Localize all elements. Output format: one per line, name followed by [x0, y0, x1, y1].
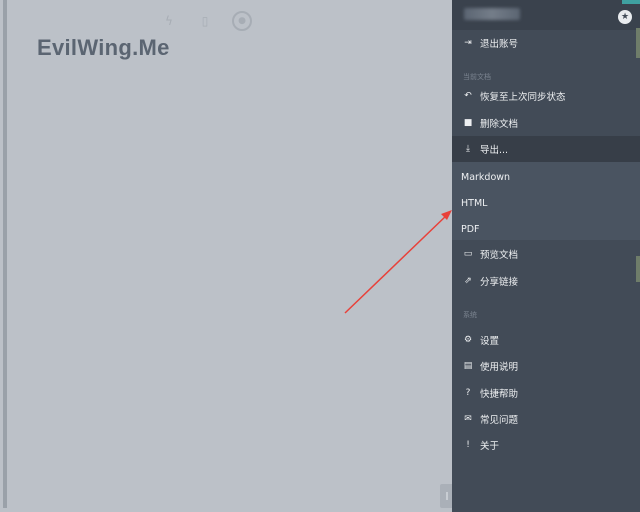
star-icon[interactable]: ★: [618, 10, 632, 24]
about-item[interactable]: ! 关于: [452, 432, 640, 458]
document-icon[interactable]: ▯: [196, 12, 214, 30]
sidebar-header: ★: [452, 0, 640, 30]
editor-toolbar: ϟ ▯ ●: [160, 10, 252, 32]
export-item[interactable]: ⤓ 导出...: [452, 136, 640, 162]
export-option-pdf[interactable]: PDF: [452, 216, 640, 242]
export-submenu: Markdown HTML PDF: [452, 162, 640, 240]
info-circle-icon: !: [466, 440, 470, 450]
export-label: 导出...: [480, 145, 509, 156]
share-icon: ⇗: [464, 276, 472, 286]
restore-item[interactable]: ↶ 恢复至上次同步状态: [452, 83, 640, 109]
monitor-icon: ▭: [463, 249, 473, 259]
shortcuts-item[interactable]: ? 快捷帮助: [452, 380, 640, 406]
logout-icon: ⇥: [464, 38, 472, 48]
envelope-icon: ✉: [464, 414, 472, 424]
preview-label: 预览文档: [480, 250, 519, 261]
logout-label: 退出账号: [480, 39, 519, 50]
export-option-markdown[interactable]: Markdown: [452, 164, 640, 190]
question-circle-icon: ?: [465, 388, 471, 398]
undo-icon: ↶: [464, 91, 472, 101]
instructions-item[interactable]: ▤ 使用说明: [452, 353, 640, 379]
export-option-html[interactable]: HTML: [452, 190, 640, 216]
lightning-icon[interactable]: ϟ: [160, 12, 178, 30]
delete-label: 删除文档: [480, 119, 519, 130]
download-icon: ⤓: [466, 144, 470, 154]
restore-label: 恢复至上次同步状态: [480, 92, 566, 103]
settings-label: 设置: [480, 336, 500, 347]
sidebar-menu: ★ ⇥ 退出账号 当前文档 ↶ 恢复至上次同步状态 ■ 删除文档 ⤓ 导出...…: [452, 0, 640, 512]
username-redacted: [464, 8, 520, 20]
user-circle-icon[interactable]: ●: [232, 11, 252, 31]
share-label: 分享链接: [480, 277, 519, 288]
faq-item[interactable]: ✉ 常见问题: [452, 406, 640, 432]
section-label-system: 系统: [463, 311, 477, 319]
logout-item[interactable]: ⇥ 退出账号: [452, 30, 640, 56]
about-label: 关于: [480, 441, 500, 452]
page-title: EvilWing.Me: [37, 35, 170, 60]
faq-label: 常见问题: [480, 415, 519, 426]
editor-pane[interactable]: EvilWing.Me ϟ ▯ ●: [7, 0, 454, 512]
share-item[interactable]: ⇗ 分享链接: [452, 268, 640, 294]
preview-item[interactable]: ▭ 预览文档: [452, 241, 640, 267]
section-label-document: 当前文档: [463, 73, 491, 81]
delete-item[interactable]: ■ 删除文档: [452, 110, 640, 136]
instructions-label: 使用说明: [480, 362, 519, 373]
settings-item[interactable]: ⚙ 设置: [452, 327, 640, 353]
file-text-icon: ▤: [463, 361, 473, 371]
gear-icon: ⚙: [463, 335, 473, 345]
corner-indicator: [622, 0, 640, 4]
trash-icon: ■: [463, 118, 473, 128]
shortcuts-label: 快捷帮助: [480, 389, 519, 400]
